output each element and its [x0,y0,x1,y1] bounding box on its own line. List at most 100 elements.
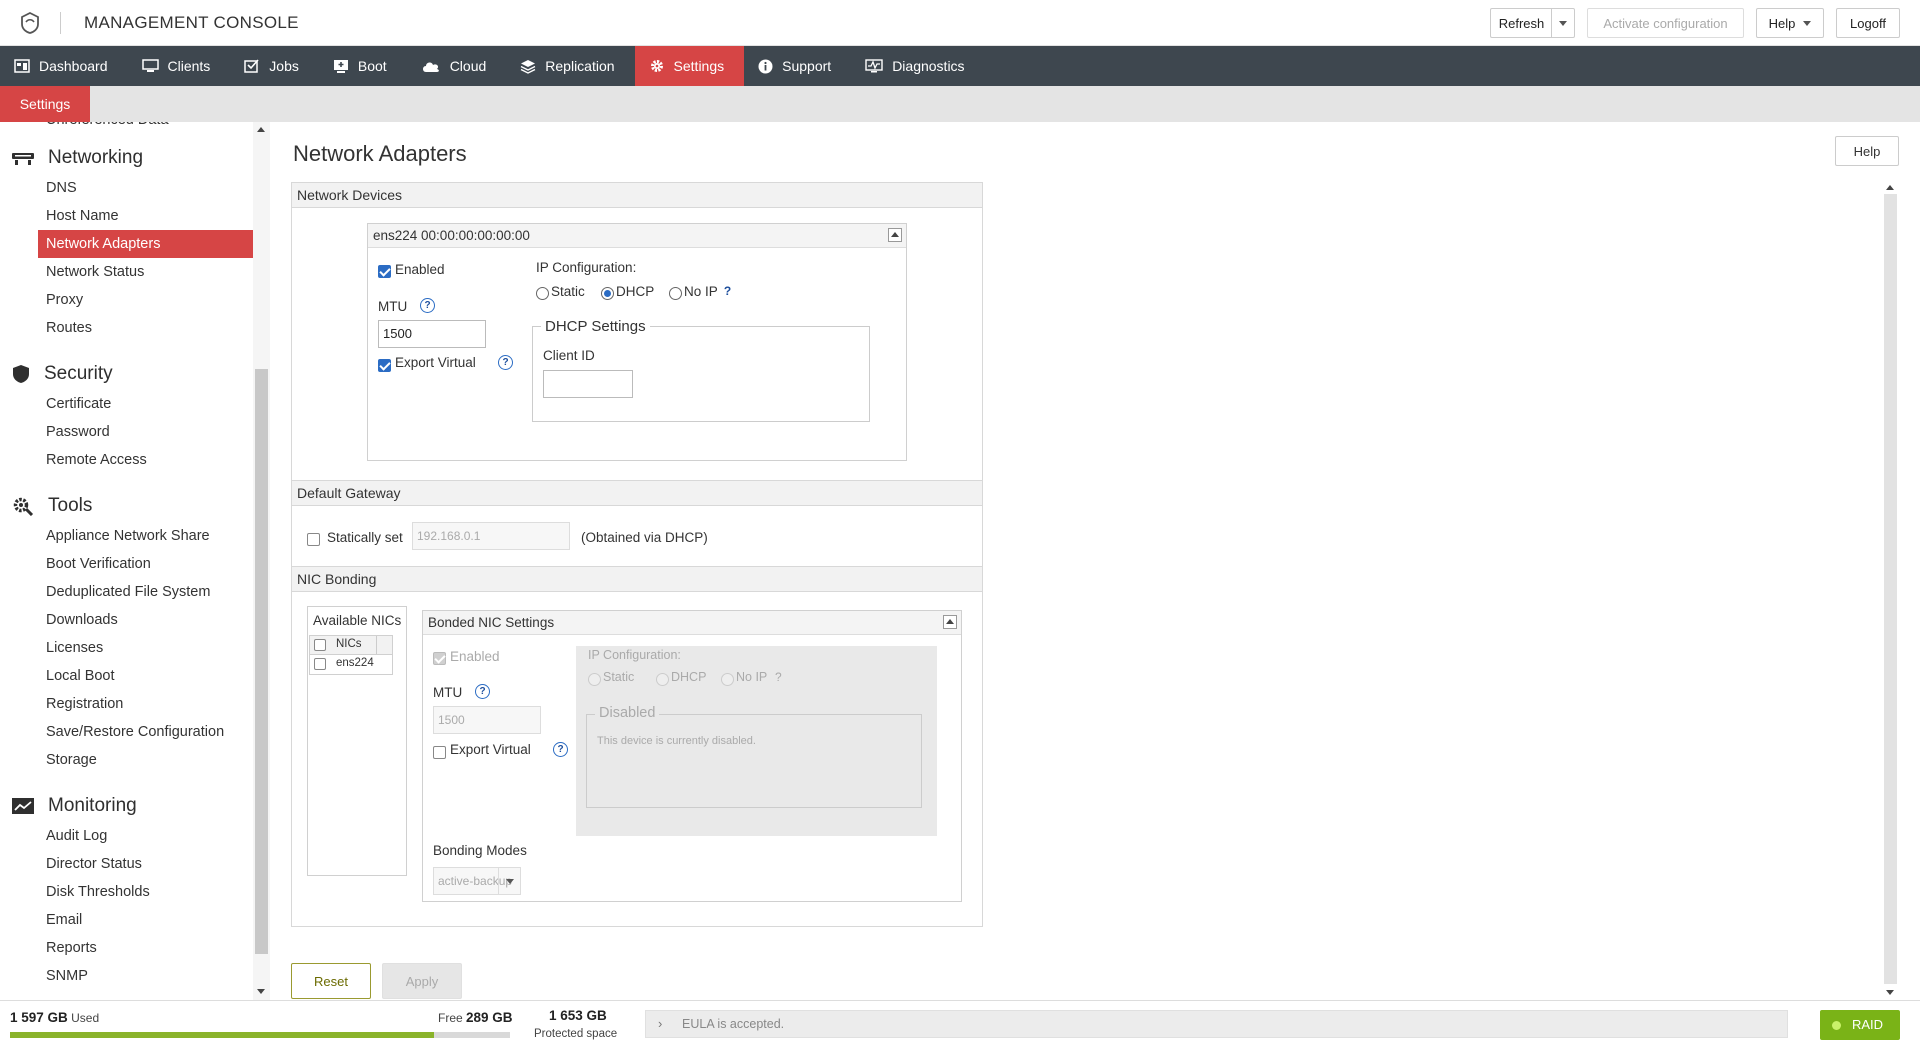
ip-config-help-icon[interactable]: ? [720,285,735,300]
bonded-export-virtual-label: Export Virtual [450,742,531,757]
mtu-input[interactable]: 1500 [378,320,486,348]
nav-dashboard[interactable]: Dashboard [0,46,128,86]
mtu-help-icon[interactable]: ? [420,298,435,313]
sidebar-item-registration[interactable]: Registration [0,690,254,718]
bonded-export-help-icon[interactable]: ? [553,742,568,757]
bonded-enabled-checkbox[interactable] [433,652,446,665]
apply-button[interactable]: Apply [382,963,462,999]
bonded-ip-configuration-label: IP Configuration: [588,648,681,662]
statically-set-checkbox[interactable] [307,533,320,546]
scroll-down-arrow-icon[interactable] [1886,990,1894,995]
sidebar-group-networking: Networking [0,142,254,174]
export-virtual-checkbox[interactable] [378,359,391,372]
sidebar-item-boot-verification[interactable]: Boot Verification [0,550,254,578]
reset-button[interactable]: Reset [291,963,371,999]
sidebar-item-remote-access[interactable]: Remote Access [0,446,254,474]
sidebar-item-certificate[interactable]: Certificate [0,390,254,418]
gateway-input[interactable]: 192.168.0.1 [412,522,570,550]
collapse-bonded-button[interactable] [943,615,957,629]
app-logo-icon [21,11,39,34]
bonded-ip-static-radio[interactable] [588,673,601,686]
scroll-up-arrow-icon[interactable] [1886,185,1894,190]
sidebar-item-director-status[interactable]: Director Status [0,850,254,878]
bonding-modes-select[interactable]: active-backup [433,867,521,895]
logoff-button[interactable]: Logoff [1836,8,1900,38]
sidebar-item-disk-thresholds[interactable]: Disk Thresholds [0,878,254,906]
sidebar-item-password[interactable]: Password [0,418,254,446]
sidebar-item-audit-log[interactable]: Audit Log [0,822,254,850]
sidebar-item-local-boot[interactable]: Local Boot [0,662,254,690]
sidebar-group-monitoring-title: Monitoring [48,795,137,816]
raid-status-badge[interactable]: RAID [1820,1010,1900,1040]
select-all-nics-checkbox[interactable] [314,639,326,651]
bonded-ip-help-icon[interactable]: ? [775,670,782,684]
ip-noip-label: No IP [684,284,718,299]
nav-replication[interactable]: Replication [506,46,634,86]
nav-cloud[interactable]: Cloud [407,46,507,86]
nav-boot[interactable]: Boot [319,46,407,86]
collapse-device-button[interactable] [888,228,902,242]
sidebar-item-storage[interactable]: Storage [0,746,254,774]
nav-clients[interactable]: Clients [128,46,231,86]
bonded-mtu-input[interactable]: 1500 [433,706,541,734]
nav-diagnostics[interactable]: Diagnostics [851,46,984,86]
bonded-nic-settings-panel: Bonded NIC Settings Enabled MTU ? 1500 E… [422,610,962,902]
help-menu-button[interactable]: Help [1756,8,1824,38]
ip-static-radio[interactable] [536,287,549,300]
ip-noip-radio[interactable] [669,287,682,300]
help-menu-label: Help [1768,15,1796,31]
activate-configuration-button[interactable]: Activate configuration [1587,8,1744,38]
bonded-mtu-help-icon[interactable]: ? [475,684,490,699]
subnav-tab-settings[interactable]: Settings [0,86,90,122]
sidebar-item-appliance-network-share[interactable]: Appliance Network Share [0,522,254,550]
sidebar-item-licenses[interactable]: Licenses [0,634,254,662]
enabled-checkbox[interactable] [378,265,391,278]
sidebar-item-host-name[interactable]: Host Name [0,202,254,230]
enabled-label: Enabled [395,262,445,277]
sidebar-item-dns[interactable]: DNS [0,174,254,202]
bonding-modes-dropdown[interactable] [498,868,520,894]
bonded-ip-config-disabled-area: IP Configuration: Static DHCP No IP ? Di… [576,646,937,836]
refresh-dropdown-button[interactable] [1551,8,1575,38]
main-scrollbar[interactable] [1882,180,1899,1000]
sidebar-item-snmp[interactable]: SNMP [0,962,254,990]
nav-support[interactable]: Support [744,46,851,86]
sidebar-item-downloads[interactable]: Downloads [0,606,254,634]
nav-jobs[interactable]: Jobs [230,46,319,86]
sidebar-scroll-thumb[interactable] [255,369,268,954]
scroll-up-arrow-icon[interactable] [257,127,265,132]
sidebar-item-network-status[interactable]: Network Status [0,258,254,286]
client-id-input[interactable] [543,370,633,398]
info-icon [758,59,773,73]
sidebar-item-proxy[interactable]: Proxy [0,286,254,314]
sidebar-scrollbar[interactable] [253,122,270,1000]
sidebar-item-email[interactable]: Email [0,906,254,934]
bonded-mtu-label: MTU [433,685,463,700]
sidebar-item-reports[interactable]: Reports [0,934,254,962]
bonded-ip-noip-radio[interactable] [721,673,734,686]
chart-line-icon [12,798,34,814]
main-content: Network Adapters Help Network Devices en… [270,122,1920,1000]
main-scroll-track[interactable] [1884,194,1897,984]
nav-settings[interactable]: Settings [634,46,745,86]
nic-row-checkbox[interactable] [314,658,326,670]
bonded-ip-dhcp-radio[interactable] [656,673,669,686]
raid-status-label: RAID [1852,1017,1884,1032]
sidebar-item-deduplicated-file-system[interactable]: Deduplicated File System [0,578,254,606]
sidebar-item-save-restore-configuration[interactable]: Save/Restore Configuration [0,718,254,746]
sidebar-item-routes[interactable]: Routes [0,314,254,342]
layers-icon [520,59,536,74]
nic-row[interactable]: ens224 [309,655,393,675]
export-virtual-help-icon[interactable]: ? [498,355,513,370]
mtu-label: MTU [378,299,408,314]
eula-status-bar[interactable]: › EULA is accepted. [645,1010,1788,1038]
bonded-export-virtual-checkbox[interactable] [433,746,446,759]
ip-dhcp-radio[interactable] [601,287,614,300]
scroll-down-arrow-icon[interactable] [257,989,265,994]
protected-space-label: Protected space [534,1028,618,1040]
page-help-button[interactable]: Help [1835,136,1899,166]
sidebar-item-network-adapters[interactable]: Network Adapters [38,230,253,258]
header-divider [60,12,61,34]
sidebar-item-unreferenced-data[interactable]: Unreferenced Data [0,122,254,132]
refresh-button[interactable]: Refresh [1490,8,1552,38]
